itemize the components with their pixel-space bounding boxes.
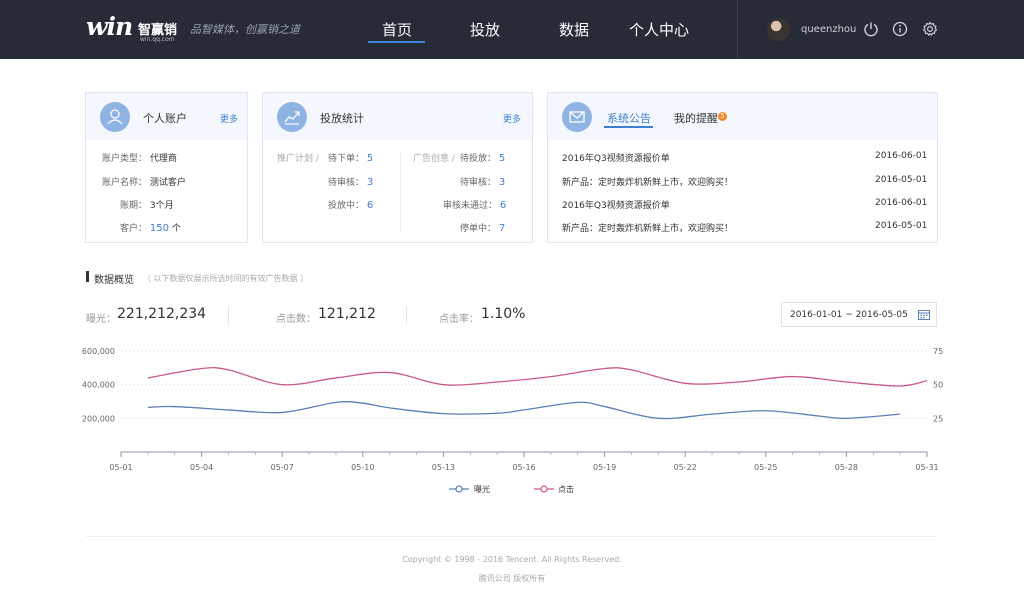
legend-clicks-marker[interactable] <box>534 484 554 494</box>
y-left-tick-label: 400,000 <box>82 381 115 390</box>
delivery-stats-panel: 投放统计 更多 推广计划 / 待下单： 5 待审核： 3 投放中： 6 广告创意… <box>262 92 533 243</box>
plan-stat-row[interactable]: 投放中： 6 <box>328 198 373 211</box>
delivery-more-link[interactable]: 更多 <box>503 112 521 125</box>
footer-divider <box>86 536 937 537</box>
calendar-icon[interactable] <box>918 309 930 320</box>
nav-active-indicator <box>368 41 425 43</box>
x-tick-label: 05-22 <box>674 463 697 472</box>
overview-line-chart: 600,000 400,000 200,000 75 50 25 05-01 05-04 05-… <box>82 347 943 472</box>
nav-personal-center[interactable]: 个人中心 <box>629 19 689 40</box>
info-icon[interactable] <box>892 21 908 37</box>
creative-stat-row[interactable]: 审核未通过： 6 <box>443 198 506 211</box>
user-icon <box>100 102 130 132</box>
trend-chart-icon <box>277 102 307 132</box>
clicks-label: 点击数： <box>276 314 316 325</box>
logo-url-text: win.qq.com <box>140 36 175 43</box>
account-row: 客户： 150 个 <box>120 223 181 234</box>
account-row: 账户名称： 测试客户 <box>102 178 186 188</box>
ctr-label: 点击率： <box>439 314 479 325</box>
y-right-tick-label: 25 <box>933 414 943 423</box>
username[interactable]: queenzhou <box>801 24 856 35</box>
date-range-text: 2016-01-01 ~ 2016-05-05 <box>790 310 908 320</box>
clicks-value: 121,212 <box>318 306 376 322</box>
x-tick-label: 05-07 <box>271 463 294 472</box>
x-tick-label: 05-19 <box>593 463 616 472</box>
slogan: 品智媒体，创赢销之道 <box>190 23 300 36</box>
account-panel-header: 个人账户 更多 <box>86 93 247 140</box>
y-left-tick-label: 200,000 <box>82 414 115 423</box>
mail-icon <box>562 102 592 132</box>
creative-stat-row[interactable]: 待投放： 5 <box>460 151 505 164</box>
overview-title: 数据概览 <box>94 275 134 286</box>
series-line-clicks <box>147 366 928 387</box>
notice-item[interactable]: 新产品：定时轰炸机新鲜上市，欢迎购买！ 2016-05-01 <box>562 175 927 188</box>
topbar-divider <box>737 0 738 59</box>
logo-text: win <box>86 12 133 41</box>
tab-system-notice[interactable]: 系统公告 <box>607 110 651 126</box>
date-range-picker[interactable]: 2016-01-01 ~ 2016-05-05 <box>781 302 937 327</box>
x-tick-label: 05-25 <box>754 463 777 472</box>
y-left-tick-label: 600,000 <box>82 347 115 356</box>
notice-panel-header: 系统公告 我的提醒 5 <box>548 93 937 140</box>
delivery-panel-header: 投放统计 更多 <box>263 93 532 140</box>
creative-group-label: 广告创意 / <box>413 154 455 164</box>
notice-item[interactable]: 2016年Q3视频资源报价单 2016-06-01 <box>562 198 927 211</box>
creative-stat-row[interactable]: 待审核： 3 <box>460 175 505 188</box>
x-tick-label: 05-04 <box>190 463 213 472</box>
y-right-tick-label: 50 <box>933 381 943 390</box>
avatar[interactable] <box>767 18 790 41</box>
notice-item[interactable]: 新产品：定时轰炸机新鲜上市，欢迎购买！ 2016-05-01 <box>562 221 927 234</box>
account-row: 账期： 3个月 <box>120 201 174 211</box>
overview-note: （ 以下数据仅展示所选时间的有效广告数据 ） <box>143 274 309 283</box>
x-tick-label: 05-31 <box>915 463 938 472</box>
account-panel-title: 个人账户 <box>143 112 187 125</box>
company-text: 腾讯公司 版权所有 <box>478 574 546 583</box>
creative-stat-row[interactable]: 停单中： 7 <box>460 221 505 234</box>
x-tick-label: 05-16 <box>512 463 535 472</box>
copyright-text: Copyright © 1998 - 2016 Tencent. All Rig… <box>402 555 622 564</box>
plan-stat-row[interactable]: 待下单： 5 <box>328 151 373 164</box>
x-tick-label: 05-10 <box>351 463 374 472</box>
stat-divider <box>228 306 229 324</box>
series-line-impressions <box>147 401 901 420</box>
notice-item[interactable]: 2016年Q3视频资源报价单 2016-06-01 <box>562 151 927 164</box>
gear-icon[interactable] <box>922 21 938 37</box>
legend-impressions-marker[interactable] <box>449 484 469 494</box>
nav-data[interactable]: 数据 <box>559 19 589 40</box>
legend-clicks[interactable]: 点击 <box>558 484 574 495</box>
account-panel: 个人账户 更多 账户类型： 代理商 账户名称： 测试客户 账期： 3个月 客户：… <box>85 92 248 243</box>
top-navigation-bar: win 智赢销 win.qq.com 品智媒体，创赢销之道 首页 投放 数据 个… <box>0 0 1024 59</box>
tab-my-reminders[interactable]: 我的提醒 <box>674 110 718 126</box>
x-tick-label: 05-13 <box>432 463 455 472</box>
power-icon[interactable] <box>863 21 879 37</box>
delivery-panel-title: 投放统计 <box>320 112 364 125</box>
x-tick-label: 05-28 <box>835 463 858 472</box>
legend-impressions[interactable]: 曝光 <box>474 484 490 495</box>
notice-panel: 系统公告 我的提醒 5 2016年Q3视频资源报价单 2016-06-01 新产… <box>547 92 938 243</box>
group-divider <box>400 151 401 231</box>
stat-divider <box>406 306 407 324</box>
plan-group-label: 推广计划 / <box>277 154 319 164</box>
customer-count[interactable]: 150 <box>150 223 169 234</box>
account-more-link[interactable]: 更多 <box>220 112 238 125</box>
account-row: 账户类型： 代理商 <box>102 154 177 164</box>
plan-stat-row[interactable]: 待审核： 3 <box>328 175 373 188</box>
ctr-value: 1.10% <box>481 306 526 322</box>
section-marker <box>86 271 89 282</box>
impressions-value: 221,212,234 <box>117 306 207 322</box>
tab-active-indicator <box>604 126 653 128</box>
nav-delivery[interactable]: 投放 <box>470 19 500 40</box>
reminder-count-badge: 5 <box>718 112 727 121</box>
y-right-tick-label: 75 <box>933 347 943 356</box>
x-tick-label: 05-01 <box>109 463 132 472</box>
impressions-label: 曝光： <box>86 314 116 325</box>
nav-home[interactable]: 首页 <box>382 19 412 40</box>
